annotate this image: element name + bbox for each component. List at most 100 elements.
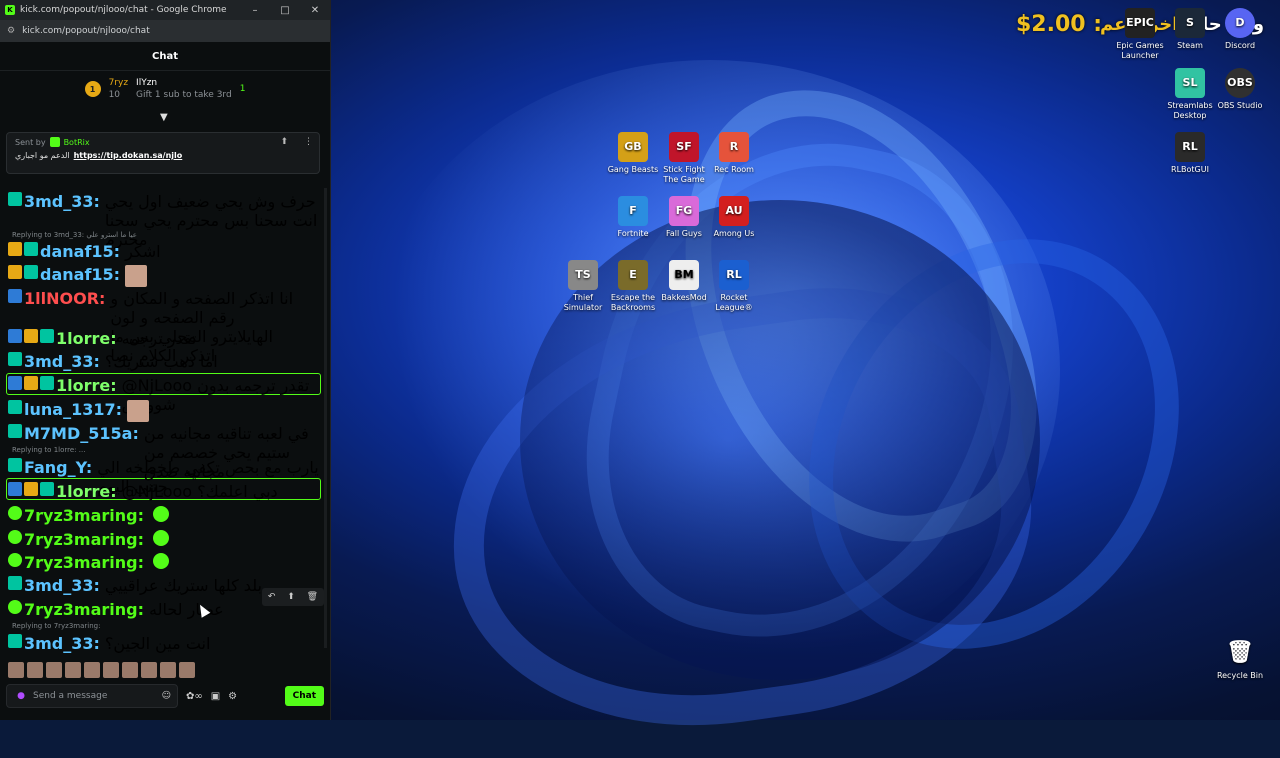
chat-message[interactable]: 3md_33: حرف وش يحي ضعيف اول يحي انت سحنا … (8, 192, 322, 249)
chat-username[interactable]: 1lorre: (56, 329, 117, 348)
reply-icon[interactable]: ↶ (268, 592, 276, 602)
gifter-2[interactable]: IlYzn Gift 1 sub to take 3rd (136, 77, 232, 101)
emote-icon (152, 506, 169, 522)
chat-message[interactable]: luna_1317: (8, 400, 322, 422)
epic-games-icon: EPIC (1125, 8, 1155, 38)
desktop-icon-streamlabs[interactable]: SL Streamlabs Desktop (1162, 68, 1218, 121)
crown-badge-icon (8, 242, 22, 256)
chat-username[interactable]: 1llNOOR: (24, 289, 105, 308)
emote-icon[interactable] (179, 662, 195, 678)
chat-text: تقدر ترجمه (121, 329, 197, 348)
chat-message[interactable]: danaf15: (8, 265, 322, 287)
chat-username[interactable]: 7ryz3maring: (24, 530, 144, 549)
emote-icon[interactable] (8, 662, 24, 678)
desktop-icon-gang-beasts[interactable]: GB Gang Beasts (605, 132, 661, 175)
kicks-icon[interactable]: ✿∞ (186, 691, 203, 702)
desktop-icon-rlbotgui[interactable]: RL RLBotGUI (1162, 132, 1218, 175)
subscriber-badge-icon (40, 376, 54, 390)
verified-badge-icon (8, 530, 22, 544)
chat-message[interactable]: 7ryz3maring: (8, 553, 322, 572)
desktop-icon-obs[interactable]: OBS OBS Studio (1212, 68, 1268, 111)
delete-icon[interactable]: 🗑 (307, 592, 318, 602)
pinned-bot-name: BotRix (63, 137, 90, 147)
chat-input-bar: ● Send a message ☺ ✿∞ ▣ ⚙ Chat (6, 684, 324, 708)
emote-icon[interactable] (84, 662, 100, 678)
escape-backrooms-icon: E (618, 260, 648, 290)
pin-message-icon[interactable]: ⬆ (287, 592, 295, 602)
emote-icon[interactable] (103, 662, 119, 678)
chat-username[interactable]: luna_1317: (24, 400, 122, 419)
chat-username[interactable]: danaf15: (40, 265, 120, 284)
chat-username[interactable]: 3md_33: (24, 192, 100, 211)
desktop-icon-among-us[interactable]: AU Among Us (706, 196, 762, 239)
chat-username[interactable]: 1lorre: (56, 482, 117, 501)
vip-badge-icon (8, 376, 22, 390)
rec-room-icon: R (719, 132, 749, 162)
close-button[interactable]: ✕ (300, 5, 330, 16)
desktop-icon-fortnite[interactable]: F Fortnite (605, 196, 661, 239)
desktop-icon-bakkesmod[interactable]: BM BakkesMod (656, 260, 712, 303)
url-text[interactable]: kick.com/popout/njlooo/chat (22, 26, 150, 36)
desktop-icon-thief-simulator[interactable]: TS Thief Simulator (555, 260, 611, 313)
more-options-icon[interactable]: ⋮ (304, 137, 313, 147)
minimize-button[interactable]: – (240, 5, 270, 16)
settings-icon[interactable]: ⚙ (228, 691, 237, 702)
desktop-icon-steam[interactable]: S Steam (1162, 8, 1218, 51)
desktop-icon-epic[interactable]: EPIC Epic Games Launcher (1112, 8, 1168, 61)
emote-icon[interactable] (65, 662, 81, 678)
chat-message[interactable]: 1lorre: @NjLooo دبي اعلمك؟ (8, 482, 322, 501)
chat-username[interactable]: 3md_33: (24, 576, 100, 595)
desktop-icon-rec-room[interactable]: R Rec Room (706, 132, 762, 175)
emote-icon[interactable] (122, 662, 138, 678)
chat-username[interactable]: 7ryz3maring: (24, 553, 144, 572)
crown-badge-icon (8, 265, 22, 279)
chat-scrollbar[interactable] (324, 188, 327, 648)
emoji-icon[interactable]: ☺ (162, 691, 171, 701)
chat-text: حرف وش يحي ضعيف اول يحي انت سحنا بس محتر… (104, 192, 318, 249)
gifter-1[interactable]: 7ryz 10 (109, 77, 128, 101)
emote-icon[interactable] (27, 662, 43, 678)
chat-message[interactable]: 7ryz3maring: (8, 506, 322, 525)
desktop-icon-recycle-bin[interactable]: 🗑 Recycle Bin (1212, 638, 1268, 681)
chat-message[interactable]: 7ryz3maring: (8, 530, 322, 549)
reply-context: Replying to 1lorre: ... (12, 446, 86, 454)
emote-icon[interactable] (160, 662, 176, 678)
gift-icon[interactable]: ▣ (211, 691, 220, 702)
chat-message[interactable]: 3md_33: انت مين الجين؟ (8, 634, 322, 653)
chat-message[interactable]: 1lorre: تقدر ترجمه (8, 329, 322, 348)
chat-username[interactable]: Fang_Y: (24, 458, 92, 477)
chat-username[interactable]: 7ryz3maring: (24, 600, 144, 619)
desktop-icon-fall-guys[interactable]: FG Fall Guys (656, 196, 712, 239)
emote-icon[interactable] (141, 662, 157, 678)
desktop-icon-rocket-league[interactable]: RL Rocket League® (706, 260, 762, 313)
chat-username[interactable]: 3md_33: (24, 352, 100, 371)
chat-username[interactable]: danaf15: (40, 242, 120, 261)
address-bar[interactable]: ⚙ kick.com/popout/njlooo/chat (0, 20, 330, 42)
collapse-icon[interactable]: ▼ (160, 112, 168, 123)
chat-username[interactable]: M7MD_515a: (24, 424, 139, 443)
pin-icon[interactable]: ⬆ (280, 137, 288, 147)
chat-message[interactable]: 3md_33: اما ذهب ستريك؟ (8, 352, 322, 371)
subscriber-badge-icon (8, 576, 22, 590)
microphone-icon[interactable]: ● (15, 691, 27, 701)
fall-guys-icon: FG (669, 196, 699, 226)
pinned-link[interactable]: https://tip.dokan.sa/njlo (74, 151, 183, 160)
chat-username[interactable]: 1lorre: (56, 376, 117, 395)
desktop-icon-escape-backrooms[interactable]: E Escape the Backrooms (605, 260, 661, 313)
message-input[interactable]: ● Send a message ☺ (6, 684, 178, 708)
emote-icon[interactable] (46, 662, 62, 678)
chat-username[interactable]: 3md_33: (24, 634, 100, 653)
subscriber-badge-icon (8, 352, 22, 366)
send-chat-button[interactable]: Chat (284, 686, 324, 706)
fortnite-icon: F (618, 196, 648, 226)
steam-icon: S (1175, 8, 1205, 38)
desktop-icon-stick-fight[interactable]: SF Stick Fight The Game (656, 132, 712, 185)
site-info-icon[interactable]: ⚙ (7, 26, 15, 36)
pinned-sent-by-label: Sent by (15, 137, 46, 147)
subscriber-badge-icon (24, 242, 38, 256)
maximize-button[interactable]: □ (270, 5, 300, 16)
desktop-icon-discord[interactable]: D Discord (1212, 8, 1268, 51)
chat-text: بلد كلها ستريك عراقييي (104, 576, 262, 595)
chat-message[interactable]: danaf15: اشكر (8, 242, 322, 261)
chat-username[interactable]: 7ryz3maring: (24, 506, 144, 525)
